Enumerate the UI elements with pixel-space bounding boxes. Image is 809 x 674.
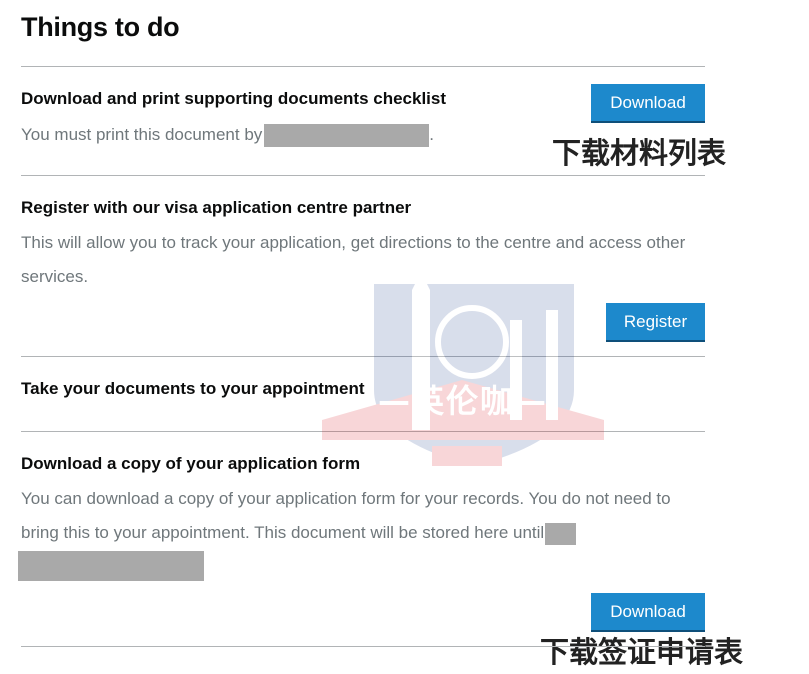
annotation-download-checklist: 下载材料列表 xyxy=(552,136,727,170)
divider xyxy=(21,646,705,647)
task-heading: Register with our visa application centr… xyxy=(21,198,412,217)
task-description-suffix: . xyxy=(429,125,435,144)
redacted-date-continued xyxy=(18,551,204,581)
redacted-date xyxy=(264,124,430,148)
task-description: This will allow you to track your applic… xyxy=(21,233,686,286)
task-description: You can download a copy of your applicat… xyxy=(21,482,711,550)
divider xyxy=(21,66,705,67)
download-checklist-button[interactable]: Download xyxy=(591,84,705,121)
page-title: Things to do xyxy=(21,12,180,42)
register-button[interactable]: Register xyxy=(606,303,705,340)
download-form-button[interactable]: Download xyxy=(591,593,705,630)
task-heading: Download and print supporting documents … xyxy=(21,89,447,108)
task-heading: Take your documents to your appointment xyxy=(21,379,365,398)
task-description-text: You must print this document by xyxy=(21,125,263,144)
things-to-do-page: Things to do Download and print supporti… xyxy=(0,0,809,674)
redacted-date xyxy=(545,522,577,545)
task-heading: Download a copy of your application form xyxy=(21,454,361,473)
divider xyxy=(21,175,705,176)
annotation-download-form: 下载签证申请表 xyxy=(540,635,744,669)
divider xyxy=(21,431,705,432)
watermark-crest-icon xyxy=(322,272,604,466)
divider xyxy=(21,356,705,357)
watermark-logo: —英伦咖— xyxy=(322,270,604,470)
